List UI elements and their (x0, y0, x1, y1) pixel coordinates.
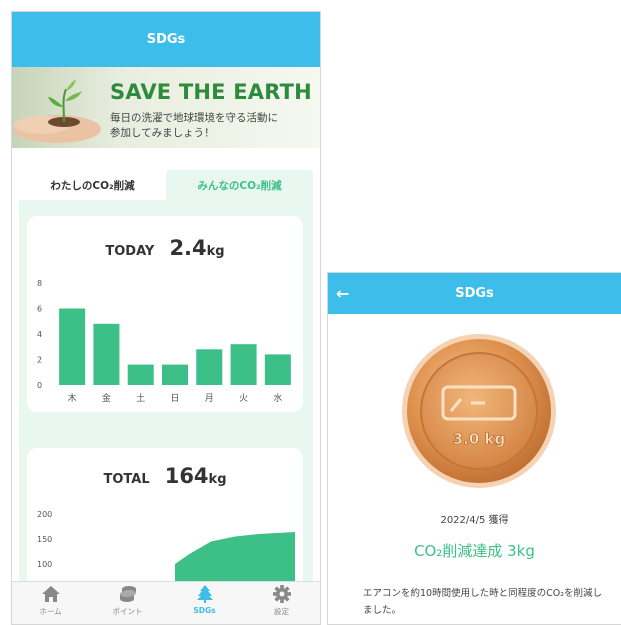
achievement-title: CO₂削減達成 3kg (414, 542, 535, 560)
tab-everyone-co2[interactable]: みんなのCO₂削減 (166, 170, 313, 200)
tabbar-home-label: ホーム (39, 607, 62, 616)
banner-subtitle-line1: 毎日の洗濯で地球環境を守る活動に (110, 112, 278, 124)
tabbar-sdgs[interactable]: SDGs (166, 585, 243, 615)
bottom-tab-bar: ホーム ポイント SDGs 設定 (12, 581, 320, 624)
bar (264, 354, 291, 385)
badge-detail-screen: ← SDGs 3.0 kg 2022/4/5 獲得 CO₂削減達成 3kg エア… (327, 272, 621, 625)
today-unit: kg (206, 244, 225, 259)
tab-my-co2[interactable]: わたしのCO₂削減 (19, 170, 166, 200)
medal-value-text: 3.0 kg (453, 430, 506, 448)
total-value: 164 (164, 464, 209, 488)
banner-subtitle: 毎日の洗濯で地球環境を守る活動に 参加してみましょう！ (110, 111, 315, 141)
today-value: 2.4 (169, 236, 207, 260)
bar-y-tick-label: 0 (37, 381, 42, 390)
tabbar-settings[interactable]: 設定 (243, 585, 320, 617)
bronze-medal-icon: 3.0 kg (402, 334, 556, 488)
bar-y-tick-label: 8 (37, 279, 42, 288)
co2-tabs: わたしのCO₂削減 みんなのCO₂削減 (19, 170, 313, 200)
total-unit: kg (208, 472, 227, 487)
bar-x-tick-label: 火 (239, 393, 248, 404)
area-y-tick-label: 200 (37, 510, 52, 519)
bar-x-tick-label: 月 (205, 393, 214, 404)
home-icon (41, 586, 60, 602)
hands-sprout-icon (13, 79, 101, 143)
tabbar-points[interactable]: ポイント (89, 585, 166, 617)
bar (196, 349, 223, 385)
bar (59, 308, 86, 385)
today-label: TODAY (105, 244, 155, 259)
bar-x-tick-label: 水 (273, 392, 282, 404)
tab-panel: TODAY 2.4kg 02468木金土日月火水 TOTAL 164kg 100… (19, 200, 313, 608)
bar (127, 364, 154, 385)
coins-icon (119, 586, 136, 602)
bar-y-tick-label: 2 (37, 356, 42, 365)
bar-x-tick-label: 土 (136, 392, 145, 404)
save-the-earth-banner: SAVE THE EARTH 毎日の洗濯で地球環境を守る活動に 参加してみましょ… (12, 67, 320, 148)
back-arrow-icon[interactable]: ← (336, 273, 349, 314)
nav-bar-detail: ← SDGs (328, 273, 621, 314)
tree-icon (196, 585, 213, 603)
total-label: TOTAL (103, 472, 150, 487)
gear-icon (272, 585, 291, 603)
bar-y-tick-label: 6 (37, 305, 42, 314)
today-headline: TODAY 2.4kg (27, 236, 303, 260)
total-headline: TOTAL 164kg (27, 464, 303, 488)
nav-title-detail: SDGs (455, 286, 494, 301)
nav-bar: SDGs (12, 12, 320, 67)
bar-x-tick-label: 木 (68, 392, 77, 404)
area-y-tick-label: 150 (37, 535, 52, 544)
bar (162, 364, 188, 385)
earned-date: 2022/4/5 獲得 (440, 515, 509, 526)
main-screen: SDGs SAVE THE EARTH 毎日の洗濯で地球環境を守る活動に 参加し… (11, 11, 321, 625)
tabbar-sdgs-label: SDGs (193, 606, 216, 615)
tabbar-settings-label: 設定 (274, 607, 289, 616)
tabbar-points-label: ポイント (112, 607, 143, 616)
nav-title: SDGs (146, 32, 186, 47)
content-area: わたしのCO₂削減 みんなのCO₂削減 TODAY 2.4kg 02468木金土… (12, 148, 320, 608)
bar (230, 344, 257, 385)
bar (93, 323, 120, 385)
area-y-tick-label: 100 (37, 560, 52, 569)
achievement-description: エアコンを約10時間使用した時と同程度のCO₂を削減しました。 (363, 588, 603, 616)
bar-y-tick-label: 4 (37, 330, 42, 339)
bar-x-tick-label: 日 (170, 393, 179, 404)
banner-title: SAVE THE EARTH (110, 80, 312, 104)
today-card: TODAY 2.4kg 0 2 4 6 8 木 金 土 日 月 火 水 (27, 216, 303, 412)
bar-x-tick-label: 金 (102, 392, 111, 404)
banner-subtitle-line2: 参加してみましょう！ (110, 127, 215, 139)
tabbar-home[interactable]: ホーム (12, 585, 89, 617)
